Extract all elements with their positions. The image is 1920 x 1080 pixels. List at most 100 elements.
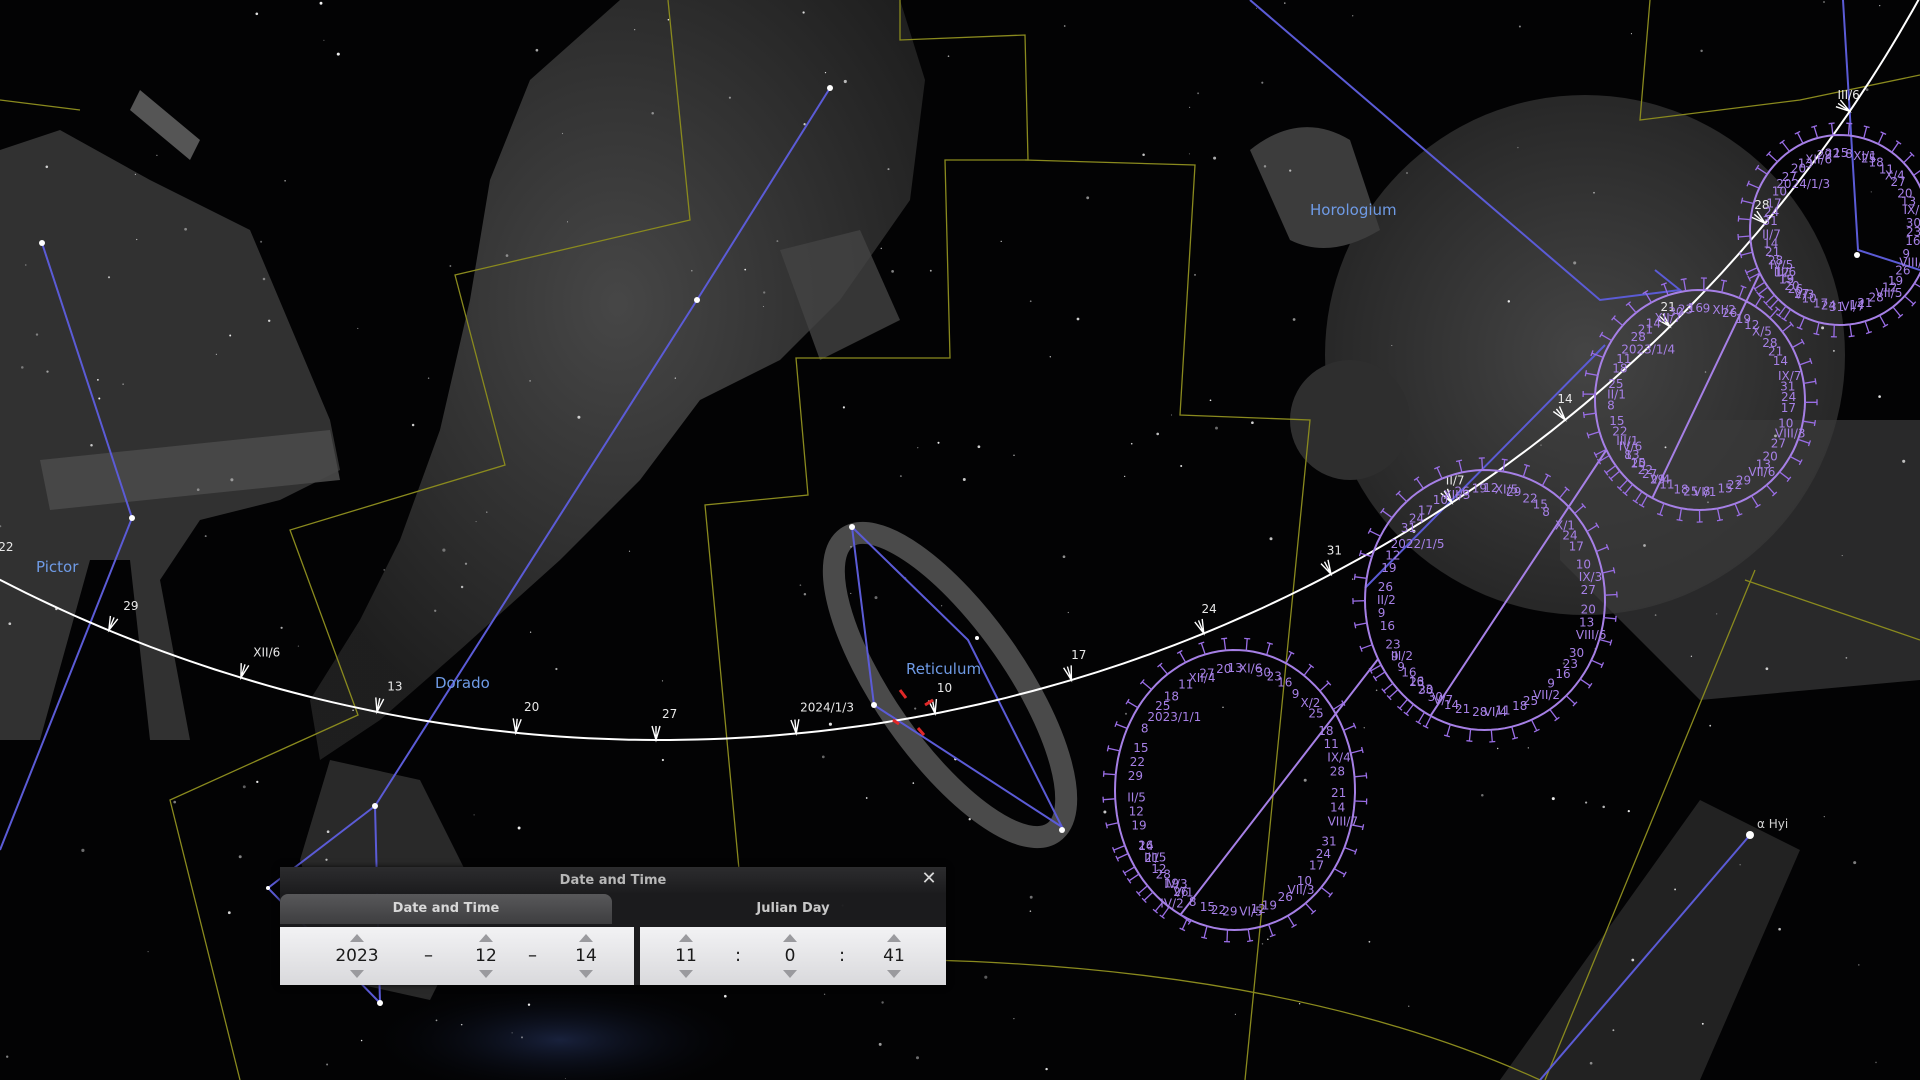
day-decrement-icon[interactable] xyxy=(579,970,593,978)
star xyxy=(887,168,890,171)
star xyxy=(1298,1003,1301,1005)
star xyxy=(968,818,971,821)
track-tick xyxy=(1372,671,1386,682)
minute-decrement-icon[interactable] xyxy=(783,970,797,978)
date-time-dialog: Date and Time ✕ Date and Time Julian Day… xyxy=(280,867,946,985)
hour-increment-icon[interactable] xyxy=(679,934,693,942)
track-date-label: 18 xyxy=(1612,362,1627,376)
star xyxy=(45,165,49,169)
track-tick xyxy=(1367,527,1381,537)
year-increment-icon[interactable] xyxy=(350,934,364,942)
minute-value[interactable]: 0 xyxy=(760,946,820,966)
track-tick xyxy=(1591,659,1605,669)
star xyxy=(1408,1005,1410,1007)
star xyxy=(977,445,981,449)
track-tick xyxy=(1267,924,1276,938)
track-date-label: VIII/7 xyxy=(1328,814,1359,828)
track-tick xyxy=(1106,745,1120,752)
track-tick xyxy=(1779,139,1790,152)
star xyxy=(284,180,286,182)
year-value[interactable]: 2023 xyxy=(322,946,392,966)
track-date-label: 2024/1/3 xyxy=(800,701,854,715)
star xyxy=(46,370,49,373)
star xyxy=(1194,273,1196,276)
star xyxy=(1870,191,1872,193)
month-decrement-icon[interactable] xyxy=(479,970,493,978)
month-value[interactable]: 12 xyxy=(456,946,516,966)
star xyxy=(555,667,558,671)
star xyxy=(1251,421,1254,425)
star xyxy=(1716,613,1718,615)
track-date-label: 14 xyxy=(1330,800,1345,814)
star xyxy=(1778,927,1781,931)
hour-decrement-icon[interactable] xyxy=(679,970,693,978)
star xyxy=(411,423,415,427)
star xyxy=(1832,349,1835,352)
track-tick xyxy=(1244,637,1251,651)
track-date-label: 9 xyxy=(1378,606,1386,620)
track-date-label: III/1 xyxy=(1616,434,1638,448)
track-tick xyxy=(1466,729,1473,742)
star xyxy=(1664,446,1667,449)
track-tick xyxy=(1848,324,1855,338)
day-value[interactable]: 14 xyxy=(556,946,616,966)
track-tick xyxy=(1221,637,1228,651)
star xyxy=(1045,1067,1048,1071)
second-decrement-icon[interactable] xyxy=(887,970,901,978)
hour-spinbox[interactable]: 11 xyxy=(656,927,716,985)
track-date-label: 27 xyxy=(662,707,677,721)
star xyxy=(1375,689,1378,692)
star xyxy=(1589,1061,1593,1065)
star xyxy=(880,247,883,250)
star xyxy=(1739,864,1741,866)
star xyxy=(1585,801,1588,804)
track-date-label: 22 xyxy=(0,540,13,554)
star xyxy=(1130,442,1133,445)
track-tick xyxy=(107,615,119,633)
track-tick xyxy=(1549,709,1560,722)
track-tick xyxy=(1125,698,1139,709)
hour-value[interactable]: 11 xyxy=(656,946,716,966)
dialog-titlebar[interactable]: Date and Time ✕ xyxy=(280,867,946,893)
day-spinbox[interactable]: 14 xyxy=(556,927,616,985)
track-date-label: 2023/1/1 xyxy=(1147,710,1201,724)
track-tick xyxy=(1157,662,1168,675)
track-tick xyxy=(1319,680,1332,692)
star xyxy=(728,96,731,99)
year-decrement-icon[interactable] xyxy=(350,970,364,978)
star xyxy=(1690,655,1693,657)
track-date-label: III/6 xyxy=(1838,88,1860,102)
track-date-label: 27 xyxy=(1581,583,1596,597)
tab-julian-day[interactable]: Julian Day xyxy=(640,894,946,924)
star xyxy=(90,443,93,447)
day-increment-icon[interactable] xyxy=(579,934,593,942)
month-increment-icon[interactable] xyxy=(479,934,493,942)
tab-date-and-time[interactable]: Date and Time xyxy=(280,894,612,924)
star xyxy=(940,605,943,607)
star xyxy=(1170,414,1173,416)
star xyxy=(1602,805,1605,809)
star xyxy=(912,782,915,784)
track-date-label: 9 xyxy=(1902,247,1910,261)
month-spinbox[interactable]: 12 xyxy=(456,927,516,985)
track-date-label: 8 xyxy=(1607,398,1615,412)
star xyxy=(8,622,12,626)
second-increment-icon[interactable] xyxy=(887,934,901,942)
track-tick xyxy=(1914,282,1920,288)
minute-spinbox[interactable]: 0 xyxy=(760,927,820,985)
year-spinbox[interactable]: 2023 xyxy=(322,927,392,985)
star xyxy=(561,132,564,135)
constellation-label-pictor: Pictor xyxy=(36,558,79,576)
track-date-label: XII/6 xyxy=(253,646,280,660)
star xyxy=(691,269,693,272)
second-value[interactable]: 41 xyxy=(864,946,924,966)
star xyxy=(1142,153,1145,157)
star xyxy=(1063,25,1066,27)
close-icon[interactable]: ✕ xyxy=(920,870,938,888)
star xyxy=(325,858,328,861)
minute-increment-icon[interactable] xyxy=(783,934,797,942)
second-spinbox[interactable]: 41 xyxy=(864,927,924,985)
star xyxy=(1267,938,1269,940)
star xyxy=(1067,611,1069,614)
star xyxy=(107,276,111,279)
